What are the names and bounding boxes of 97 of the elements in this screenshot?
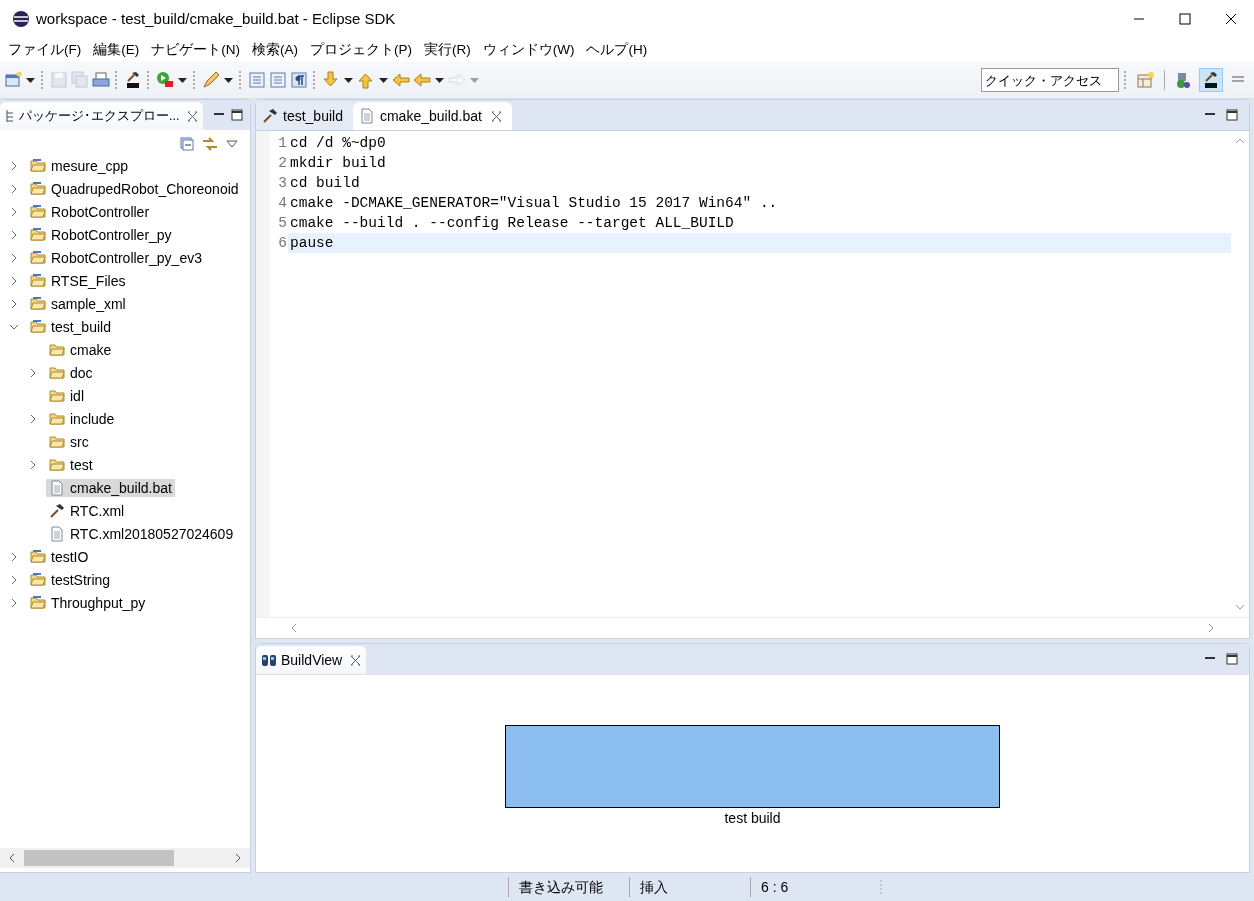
- code-line: cd build: [290, 175, 360, 191]
- menu-item[interactable]: ナビゲート(N): [147, 40, 244, 59]
- tree-item[interactable]: testString: [27, 570, 114, 589]
- line-number: 1: [277, 134, 288, 153]
- tree-item[interactable]: src: [46, 432, 92, 451]
- folder-icon: [30, 594, 46, 611]
- tree-item[interactable]: test: [46, 455, 96, 474]
- new-window-icon[interactable]: [4, 71, 22, 89]
- binoculars-icon: [261, 653, 277, 667]
- tree-item[interactable]: testIO: [27, 547, 92, 566]
- open-perspective-icon[interactable]: [1136, 71, 1154, 89]
- close-icon[interactable]: [350, 654, 362, 666]
- app-logo-icon: [12, 9, 30, 28]
- editor-tab[interactable]: cmake_build.bat: [352, 102, 512, 130]
- tree-item[interactable]: RTC.xml20180527024609: [46, 524, 237, 543]
- tree-item[interactable]: cmake: [46, 340, 115, 359]
- hammer-icon[interactable]: [1202, 71, 1220, 89]
- folder-icon: [30, 571, 46, 588]
- menu-item[interactable]: 検索(A): [248, 40, 302, 59]
- folder-icon: [30, 295, 46, 312]
- code-line: cd /d %~dp0: [290, 135, 386, 151]
- folder-icon: [49, 341, 65, 358]
- view-tab[interactable]: BuildView: [256, 646, 367, 674]
- folder-icon: [49, 364, 65, 381]
- status-field: 挿入: [629, 877, 750, 897]
- menu-item[interactable]: プロジェクト(P): [306, 40, 416, 59]
- line-number: 6: [277, 234, 288, 253]
- folder-icon: [30, 548, 46, 565]
- code-line: cmake --build . --config Release --target ALL_BUILD: [290, 215, 734, 231]
- collapse-all-icon[interactable]: [180, 137, 194, 151]
- document-icon: [358, 108, 375, 124]
- tree-item[interactable]: idl: [46, 386, 87, 405]
- folder-icon: [49, 387, 65, 404]
- close-icon[interactable]: [490, 110, 502, 122]
- package-icon: [5, 109, 15, 123]
- scrollbar-thumb[interactable]: [24, 850, 174, 866]
- tree-item[interactable]: test_build: [27, 317, 114, 336]
- link-icon[interactable]: [202, 137, 218, 151]
- perspective-icon[interactable]: [1175, 71, 1193, 89]
- code-line: mkdir build: [290, 155, 386, 171]
- tree-item[interactable]: include: [46, 409, 118, 428]
- quick-access-field[interactable]: クイック・アクセス: [981, 68, 1119, 92]
- view-menu-icon[interactable]: [226, 140, 238, 148]
- folder-icon: [30, 318, 46, 335]
- folder-icon: [30, 180, 46, 197]
- folder-icon: [30, 203, 46, 220]
- printer-icon[interactable]: [92, 71, 110, 89]
- hammer-icon: [49, 502, 65, 519]
- status-field: 6 : 6: [750, 877, 871, 897]
- grip-icon: [879, 879, 883, 895]
- document-icon: [49, 525, 65, 542]
- code-line: pause: [290, 235, 334, 251]
- block-label: test build: [724, 810, 781, 826]
- editor-tab[interactable]: test_build: [256, 102, 353, 130]
- run-icon[interactable]: [156, 71, 174, 89]
- folder-icon: [30, 226, 46, 243]
- close-icon[interactable]: [187, 110, 199, 122]
- folder-icon: [49, 456, 65, 473]
- maximize-icon[interactable]: [230, 109, 244, 121]
- tree-item[interactable]: RobotController_py: [27, 225, 175, 244]
- tree-item[interactable]: cmake_build.bat: [46, 478, 175, 497]
- tree-item[interactable]: doc: [46, 363, 96, 382]
- view-title: パッケージ･エクスプロー...: [19, 107, 180, 125]
- view-title: BuildView: [281, 652, 343, 668]
- tree-item[interactable]: mesure_cpp: [27, 156, 132, 175]
- line-number: 4: [277, 194, 288, 213]
- document-icon: [49, 479, 65, 496]
- folder-icon: [49, 410, 65, 427]
- folder-icon: [30, 157, 46, 174]
- menu-item[interactable]: 編集(E): [89, 40, 144, 59]
- folder-icon: [30, 272, 46, 289]
- hammer-icon: [262, 108, 278, 124]
- menu-item[interactable]: 実行(R): [420, 40, 475, 59]
- menu-item[interactable]: ファイル(F): [4, 40, 86, 59]
- tree-item[interactable]: RobotController: [27, 202, 153, 221]
- line-number: 2: [277, 154, 288, 173]
- line-number: 3: [277, 174, 288, 193]
- folder-icon: [49, 433, 65, 450]
- maximize-icon[interactable]: [1225, 653, 1239, 665]
- line-number: 5: [277, 214, 288, 233]
- tree-item[interactable]: RobotController_py_ev3: [27, 248, 205, 267]
- paragraph-icon[interactable]: [290, 71, 308, 89]
- code-line: cmake -DCMAKE_GENERATOR="Visual Studio 15 2017 Win64" ..: [290, 195, 778, 211]
- maximize-icon[interactable]: [1225, 109, 1239, 121]
- view-tab[interactable]: パッケージ･エクスプロー...: [0, 102, 204, 130]
- status-field: 書き込み可能: [508, 877, 629, 897]
- tree-item[interactable]: sample_xml: [27, 294, 129, 313]
- tree-item[interactable]: Throughput_py: [27, 593, 149, 612]
- folder-icon: [30, 249, 46, 266]
- pen-icon[interactable]: [202, 71, 220, 89]
- tree-item[interactable]: RTC.xml: [46, 501, 128, 520]
- hammer-icon[interactable]: [124, 71, 142, 89]
- tree-item[interactable]: QuadrupedRobot_Choreonoid: [27, 179, 242, 198]
- menu-item[interactable]: ヘルプ(H): [582, 40, 652, 59]
- window-title: workspace - test_build/cmake_build.bat - Eclipse SDK: [36, 10, 397, 27]
- tree-item[interactable]: RTSE_Files: [27, 271, 129, 290]
- menu-item[interactable]: ウィンドウ(W): [478, 40, 579, 59]
